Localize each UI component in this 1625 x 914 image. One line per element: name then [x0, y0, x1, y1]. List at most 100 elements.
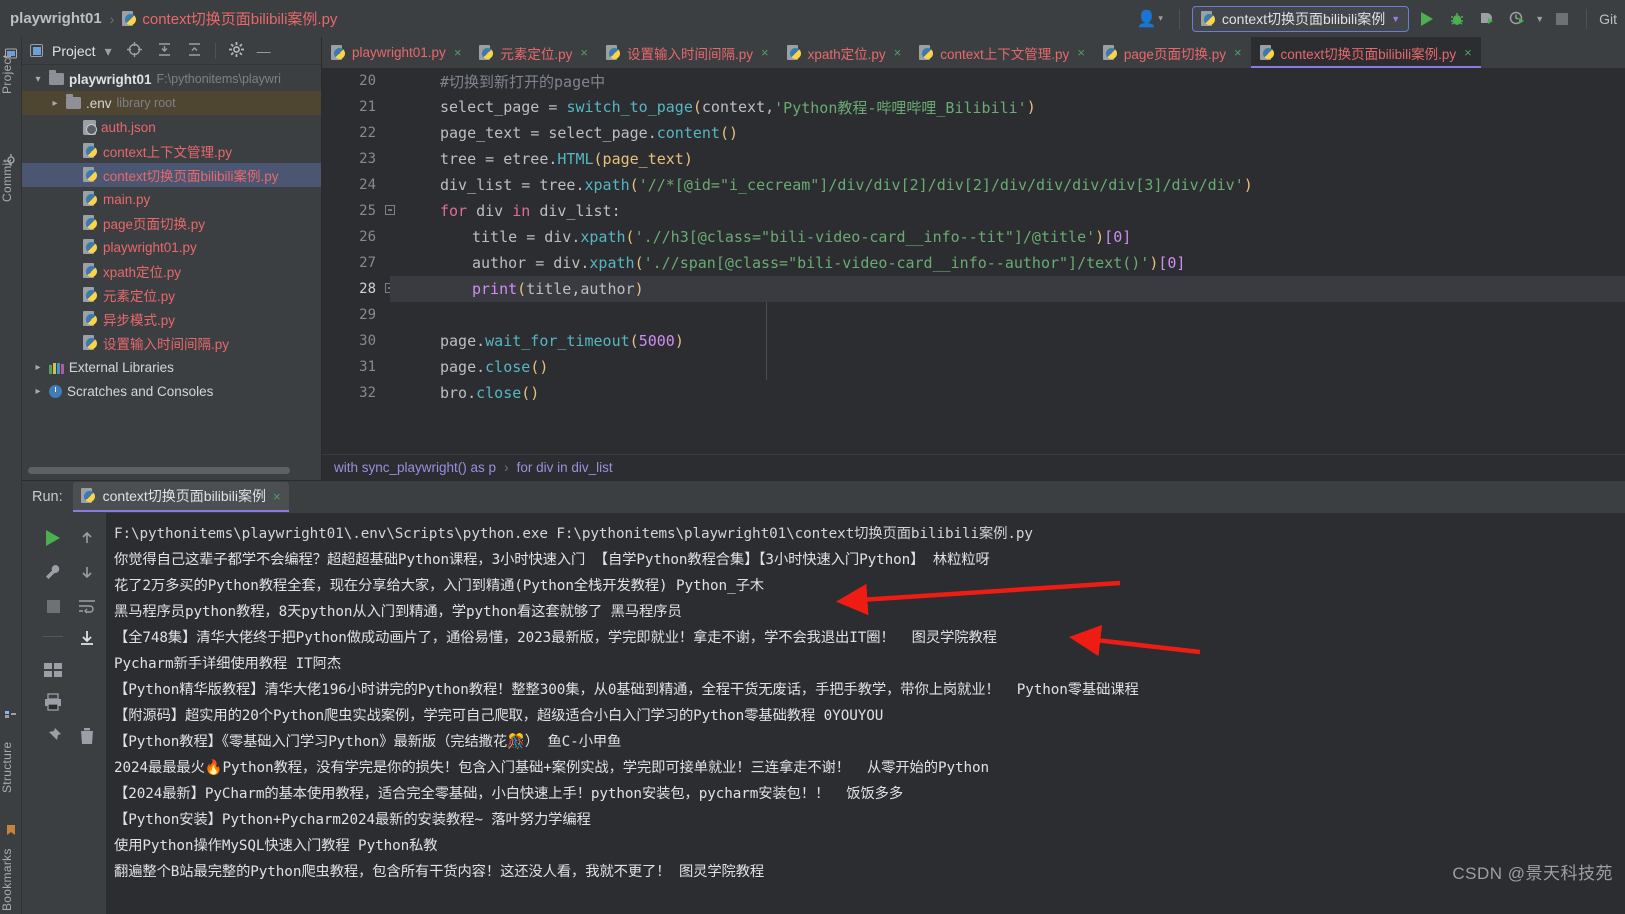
navbar-actions: 👤 ▾ context切换页面bilibili案例 ▼ ▼ Git — [1132, 0, 1625, 37]
breadcrumb-file[interactable]: context切换页面bilibili案例.py — [142, 8, 337, 29]
chevron-down-icon: ▼ — [1391, 14, 1400, 24]
tree-item-8[interactable]: xpath定位.py — [22, 259, 321, 283]
code-token: div — [476, 202, 512, 220]
line-number-26: 26 — [322, 224, 376, 250]
project-panel-title: Project — [52, 43, 96, 59]
stop-button[interactable] — [1550, 7, 1574, 31]
editor-tab-6[interactable]: context切换页面bilibili案例.py × — [1251, 37, 1481, 68]
left-tab-bookmarks[interactable]: Bookmarks — [0, 837, 22, 914]
code-token: div. — [544, 228, 580, 246]
tree-closed-arrow-icon[interactable] — [32, 362, 44, 373]
editor-tab-5[interactable]: page页面切换.py × — [1094, 37, 1251, 68]
code-token: () — [720, 124, 738, 142]
editor-tab-1[interactable]: 元素定位.py × — [470, 37, 597, 68]
project-panel-header: Project ▾ — — [22, 37, 321, 65]
breadcrumb-project[interactable]: playwright01 — [10, 10, 102, 27]
structure-tool-icon[interactable] — [5, 709, 17, 721]
tree-item-5[interactable]: main.py — [22, 187, 321, 211]
tree-item-3[interactable]: context上下文管理.py — [22, 139, 321, 163]
tree-item-7[interactable]: playwright01.py — [22, 235, 321, 259]
project-horizontal-scrollbar[interactable] — [28, 467, 290, 474]
code-token: page. — [440, 332, 485, 350]
line-number-23: 23 — [322, 146, 376, 172]
tree-item-13[interactable]: Scratches and Consoles — [22, 379, 321, 403]
tree-item-2[interactable]: auth.json — [22, 115, 321, 139]
collapse-all-icon[interactable] — [187, 42, 202, 59]
pin-icon[interactable] — [40, 723, 66, 749]
line-number-25: 25 — [322, 198, 376, 224]
code-editor[interactable]: 20 21 22 23 24 25 26 27 28 29 30 31 32 #切换到新打开的page中… — [322, 68, 1625, 454]
run-console-output[interactable]: F:\pythonitems\playwright01\.env\Scripts… — [106, 513, 1625, 914]
run-button[interactable] — [1415, 7, 1439, 31]
breadcrumb-scope-2[interactable]: for div in div_list — [517, 460, 613, 475]
tree-item-11[interactable]: 设置输入时间间隔.py — [22, 331, 321, 355]
stop-process-button[interactable] — [40, 593, 66, 619]
profiler-chevron-icon[interactable]: ▼ — [1535, 14, 1544, 24]
debug-button[interactable] — [1445, 7, 1469, 31]
tree-item-1[interactable]: .env library root — [22, 91, 321, 115]
code-token: page_text — [440, 124, 530, 142]
tree-item-0[interactable]: playwright01 F:\pythonitems\playwri — [22, 67, 321, 91]
code-token: xpath — [585, 176, 630, 194]
soft-wrap-icon[interactable] — [74, 593, 100, 619]
close-icon[interactable]: × — [273, 489, 281, 504]
breadcrumb: playwright01 › context切换页面bilibili案例.py — [0, 8, 337, 29]
tree-item-12[interactable]: External Libraries — [22, 355, 321, 379]
scroll-down-icon[interactable] — [74, 559, 100, 585]
tree-item-label: playwright01.py — [103, 240, 197, 255]
tree-item-6[interactable]: page页面切换.py — [22, 211, 321, 235]
breadcrumb-scope-1[interactable]: with sync_playwright() as p — [334, 460, 496, 475]
left-tab-project[interactable]: Project — [0, 43, 22, 105]
close-icon[interactable]: × — [1234, 45, 1242, 60]
close-icon[interactable]: × — [580, 45, 588, 60]
editor-tab-0[interactable]: playwright01.py × — [322, 37, 470, 68]
code-token: wait_for_timeout — [485, 332, 630, 350]
run-config-label: context切换页面bilibili案例 — [1222, 9, 1385, 29]
hide-panel-icon[interactable]: — — [257, 44, 271, 58]
line-number-30: 30 — [322, 328, 376, 354]
close-icon[interactable]: × — [454, 45, 462, 60]
tree-open-arrow-icon[interactable] — [32, 74, 44, 85]
scroll-to-end-icon[interactable] — [74, 625, 100, 651]
editor-tab-3[interactable]: xpath定位.py × — [778, 37, 911, 68]
run-with-coverage-button[interactable] — [1475, 7, 1499, 31]
close-icon[interactable]: × — [1077, 45, 1085, 60]
run-configuration-selector[interactable]: context切换页面bilibili案例 ▼ — [1192, 6, 1409, 32]
tree-item-10[interactable]: 异步模式.py — [22, 307, 321, 331]
close-icon[interactable]: × — [1464, 45, 1472, 60]
editor-tab-2[interactable]: 设置输入时间间隔.py × — [597, 37, 778, 68]
print-icon[interactable] — [40, 689, 66, 715]
tree-item-9[interactable]: 元素定位.py — [22, 283, 321, 307]
run-session-label: context切换页面bilibili案例 — [103, 486, 266, 506]
tree-closed-arrow-icon[interactable] — [49, 98, 61, 109]
line-number-gutter: 20 21 22 23 24 25 26 27 28 29 30 31 32 — [322, 68, 390, 454]
close-icon[interactable]: × — [894, 45, 902, 60]
left-tab-commit[interactable]: Commit — [0, 147, 22, 213]
code-token: './/h3[@class="bili-video-card__info--ti… — [635, 228, 1096, 246]
settings-wrench-icon[interactable] — [40, 559, 66, 585]
delete-icon[interactable] — [74, 723, 100, 749]
editor-breadcrumb-bar: with sync_playwright() as p › for div in… — [322, 454, 1625, 480]
grid-view-icon[interactable] — [40, 657, 66, 683]
rerun-button[interactable] — [40, 525, 66, 551]
left-tab-structure[interactable]: Structure — [0, 727, 22, 807]
bookmarks-tool-icon[interactable] — [5, 823, 17, 835]
git-menu[interactable]: Git — [1599, 11, 1617, 27]
profiler-button[interactable] — [1505, 7, 1529, 31]
code-token: () — [530, 358, 548, 376]
chevron-down-icon[interactable]: ▾ — [105, 44, 112, 58]
gear-icon[interactable] — [229, 42, 244, 59]
code-line-28: print(title,author) — [390, 276, 1625, 302]
tree-item-label: .env — [86, 96, 112, 111]
tree-item-4[interactable]: context切换页面bilibili案例.py — [22, 163, 321, 187]
account-icon[interactable]: 👤 ▾ — [1132, 9, 1166, 29]
expand-all-icon[interactable] — [157, 42, 172, 59]
python-file-icon — [83, 263, 98, 279]
locate-file-icon[interactable] — [127, 42, 142, 59]
scroll-up-icon[interactable] — [74, 525, 100, 551]
tree-closed-arrow-icon[interactable] — [32, 386, 44, 397]
run-session-tab[interactable]: context切换页面bilibili案例 × — [73, 482, 289, 512]
editor-tab-4[interactable]: context上下文管理.py × — [910, 37, 1094, 68]
code-lines[interactable]: #切换到新打开的page中 select_page = switch_to_pa… — [390, 68, 1625, 454]
close-icon[interactable]: × — [761, 45, 769, 60]
